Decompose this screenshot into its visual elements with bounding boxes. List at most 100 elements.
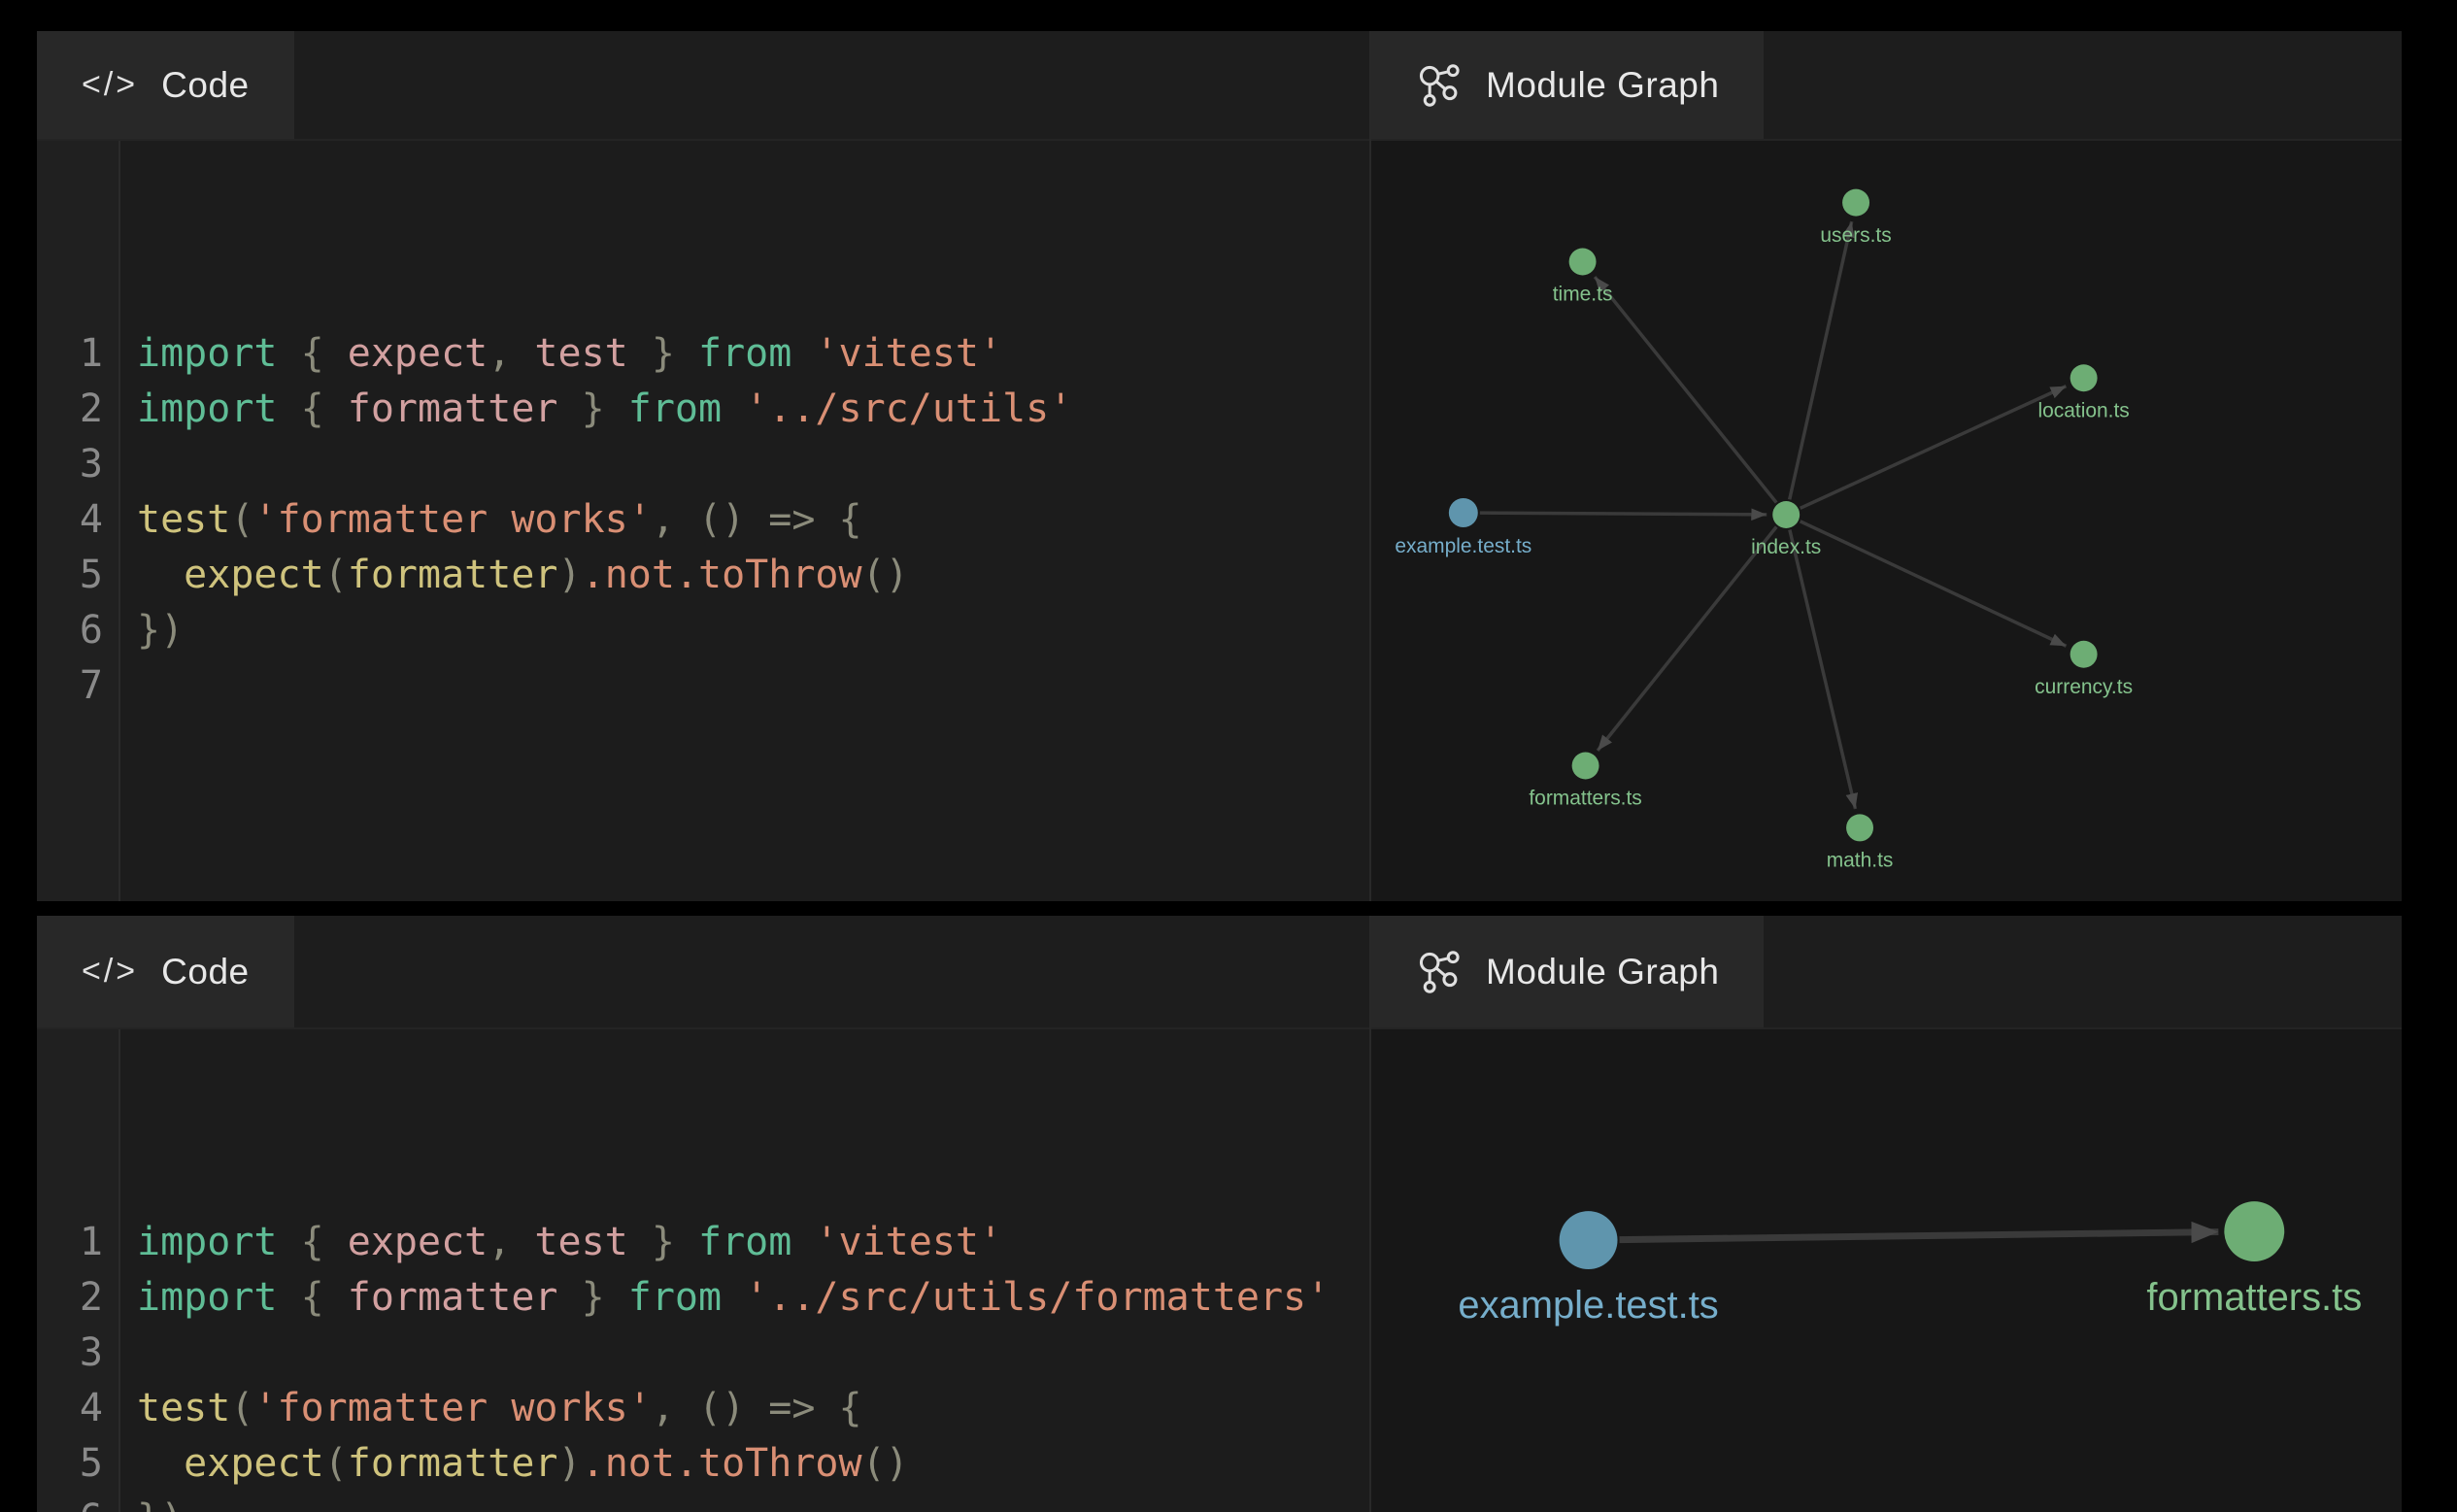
bottom-code-panel: </> Code 1import { expect, test } from '… <box>37 916 1369 1512</box>
code-token: { <box>278 331 348 376</box>
code-token: '../src/utils/formatters' <box>745 1275 1329 1320</box>
graph-node-label: index.ts <box>1751 536 1821 558</box>
line-number: 3 <box>37 437 118 492</box>
code-token: formatter <box>348 1275 558 1320</box>
line-number: 5 <box>37 1436 118 1492</box>
code-line: 6}) <box>37 603 1369 658</box>
line-number: 1 <box>37 1215 118 1270</box>
top-module-graph-canvas[interactable]: users.tstime.tslocation.tsexample.test.t… <box>1371 141 2402 901</box>
line-number: 1 <box>37 326 118 382</box>
code-token: }) <box>137 1496 184 1512</box>
graph-node[interactable] <box>1842 189 1869 217</box>
code-token: expect <box>184 1441 324 1486</box>
graph-node[interactable] <box>1449 498 1478 527</box>
graph-edge <box>1790 221 1852 499</box>
code-line: 2import { formatter } from '../src/utils… <box>37 382 1369 437</box>
bottom-code-editor[interactable]: 1import { expect, test } from 'vitest'2i… <box>37 1029 1369 1512</box>
top-code-tab-label: Code <box>161 65 249 106</box>
bottom-graph-panel: Module Graph example.test.ts formatters.t… <box>1369 916 2402 1512</box>
graph-node-label: example.test.ts <box>1395 535 1531 557</box>
graph-edge <box>1801 386 2067 509</box>
graph-node-label: time.ts <box>1553 284 1613 306</box>
bottom-graph-header: Module Graph <box>1371 916 2402 1029</box>
code-token: , () => { <box>652 497 862 542</box>
line-number: 7 <box>37 658 118 714</box>
code-token: '../src/utils' <box>745 386 1072 431</box>
bottom-section: </> Code 1import { expect, test } from '… <box>37 916 2402 1512</box>
code-line-text <box>118 442 137 487</box>
code-line-text: import { expect, test } from 'vitest' <box>118 1220 1002 1264</box>
code-token: , () => { <box>652 1386 862 1430</box>
code-token: .not.toThrow <box>582 553 862 597</box>
graph-node[interactable] <box>1569 249 1597 276</box>
code-token: 'formatter works' <box>253 1386 651 1430</box>
graph-node[interactable] <box>1772 501 1800 528</box>
code-token <box>137 1441 184 1486</box>
graph-node[interactable] <box>1560 1211 1618 1269</box>
graph-edge <box>1598 526 1776 750</box>
code-token: .not.toThrow <box>582 1441 862 1486</box>
code-token: formatter <box>348 553 558 597</box>
code-token: 'vitest' <box>815 1220 1002 1264</box>
graph-node-label: formatters.ts <box>2146 1276 2362 1319</box>
code-line-text: test('formatter works', () => { <box>118 497 862 542</box>
code-token <box>722 386 745 431</box>
code-token: ) <box>558 1441 582 1486</box>
graph-node-label: users.ts <box>1820 224 1891 247</box>
bottom-graph-tab: Module Graph <box>1371 916 1764 1027</box>
line-number: 4 <box>37 1381 118 1436</box>
graph-edge <box>1595 277 1776 503</box>
graph-node[interactable] <box>1572 753 1599 780</box>
top-code-editor[interactable]: 1import { expect, test } from 'vitest' 2i… <box>37 141 1369 901</box>
code-token: test <box>137 1386 230 1430</box>
line-number: 4 <box>37 492 118 548</box>
bottom-code-tab-label: Code <box>161 952 249 992</box>
line-number: 6 <box>37 1492 118 1512</box>
code-line: 6}) <box>37 1492 1369 1512</box>
graph-edge <box>1620 1232 2219 1240</box>
code-token <box>791 331 815 376</box>
code-token: import <box>137 1220 278 1264</box>
graph-node[interactable] <box>2070 364 2098 391</box>
code-line: 4test('formatter works', () => { <box>37 492 1369 548</box>
code-token <box>791 1220 815 1264</box>
code-token: test <box>534 1220 627 1264</box>
graph-node[interactable] <box>2224 1201 2284 1261</box>
graph-node-label: currency.ts <box>2035 676 2133 698</box>
code-line: 5 expect(formatter).not.toThrow() <box>37 1436 1369 1492</box>
top-code-panel: </> Code 1import { expect, test } from '… <box>37 31 1369 901</box>
code-token: import <box>137 331 278 376</box>
graph-node[interactable] <box>2070 641 2098 668</box>
code-line: 3 <box>37 1326 1369 1381</box>
code-line: 7 <box>37 658 1369 714</box>
code-line-text: }) <box>118 608 184 653</box>
code-token: { <box>278 1220 348 1264</box>
code-token: ( <box>230 1386 253 1430</box>
code-token <box>722 1275 745 1320</box>
code-line: 3 <box>37 437 1369 492</box>
code-line-text: import { expect, test } from 'vitest' <box>118 331 1002 376</box>
top-code-tab: </> Code <box>37 31 294 139</box>
code-line-text: expect(formatter).not.toThrow() <box>118 1441 909 1486</box>
code-token: 'vitest' <box>815 331 1002 376</box>
code-token: formatter <box>348 1441 558 1486</box>
code-token: } <box>558 386 628 431</box>
code-token: import <box>137 1275 278 1320</box>
code-line: 1import { expect, test } from 'vitest' <box>37 1215 1369 1270</box>
line-number: 5 <box>37 548 118 603</box>
code-icon: </> <box>82 953 138 991</box>
bottom-module-graph-canvas[interactable]: example.test.ts formatters.ts <box>1371 1029 2402 1512</box>
line-number: 2 <box>37 1270 118 1326</box>
code-line-text <box>118 663 137 708</box>
graph-node[interactable] <box>1846 814 1873 841</box>
code-token: ( <box>324 1441 348 1486</box>
code-line-text: expect(formatter).not.toThrow() <box>118 553 909 597</box>
module-graph-icon <box>1416 62 1463 109</box>
graph-node-label: example.test.ts <box>1458 1284 1718 1327</box>
code-token: , <box>488 1220 534 1264</box>
code-icon: </> <box>82 66 138 104</box>
code-token: 'formatter works' <box>253 497 651 542</box>
code-token: from <box>628 1275 722 1320</box>
bottom-graph-tab-label: Module Graph <box>1486 952 1719 992</box>
code-token: expect <box>184 553 324 597</box>
